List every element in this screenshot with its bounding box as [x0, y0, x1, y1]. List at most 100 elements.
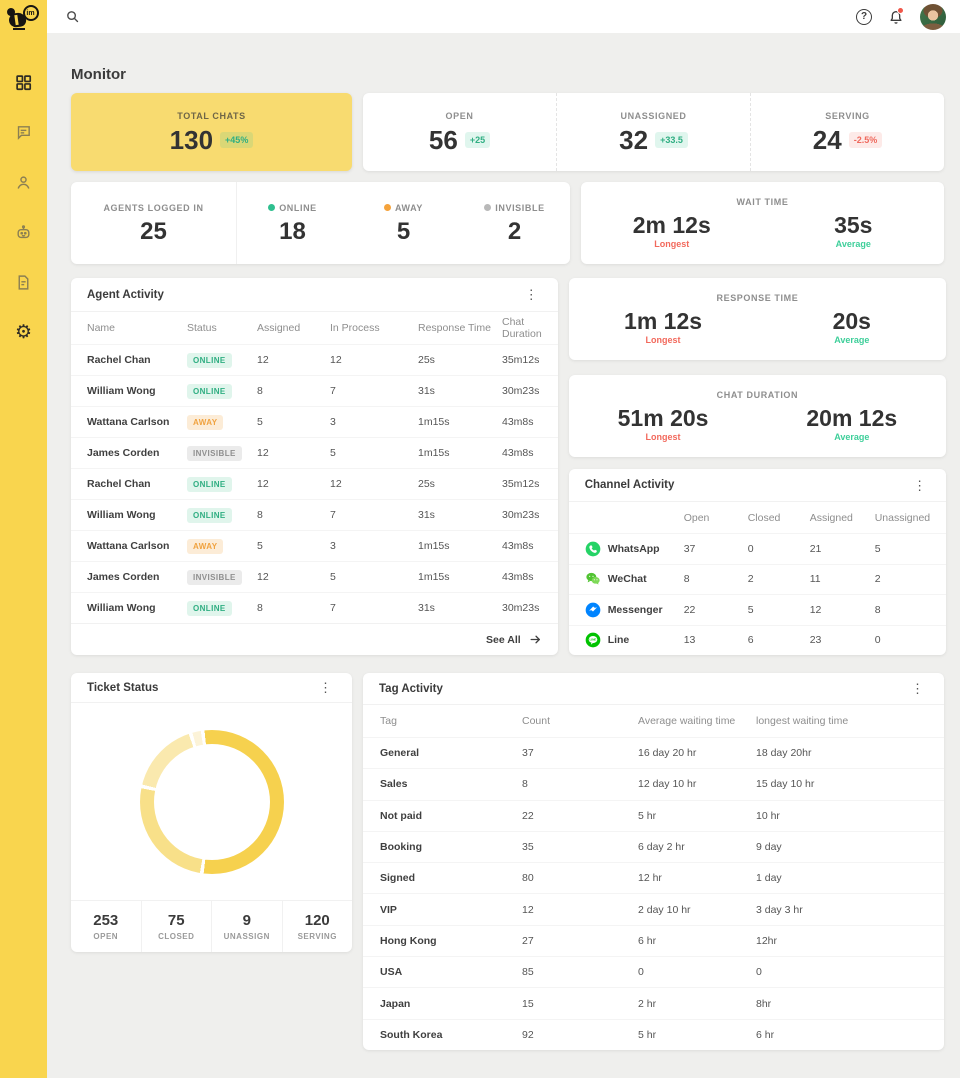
agent-name: Wattana Carlson	[87, 540, 170, 552]
total-chats-card[interactable]: TOTAL CHATS 130 +45%	[71, 93, 352, 171]
agent-chat-duration: 30m23s	[502, 602, 540, 614]
tag-longest-waiting: 1 day	[756, 872, 782, 885]
tag-activity-menu-button[interactable]: ⋮	[907, 680, 928, 697]
agent-table-row: William Wong ONLINE 8 7 31s 30m23s	[71, 592, 558, 623]
serving-label: SERVING	[825, 111, 870, 121]
agent-name: Rachel Chan	[87, 478, 151, 490]
agent-response-time: 1m15s	[418, 416, 450, 428]
see-all-button[interactable]: See All	[486, 633, 542, 646]
tag-table-header: Tag Count Average waiting time longest w…	[380, 715, 849, 727]
tag-average-waiting: 5 hr	[638, 809, 657, 822]
see-all-label: See All	[486, 633, 521, 646]
tag-table-row: South Korea 92 5 hr 6 hr	[363, 1018, 944, 1050]
tag-table-row: Not paid 22 5 hr 10 hr	[363, 799, 944, 831]
agent-table-row: William Wong ONLINE 8 7 31s 30m23s	[71, 499, 558, 530]
channel-name: WhatsApp	[607, 542, 660, 555]
sidebar-item-chats[interactable]	[14, 122, 34, 142]
tag-count: 22	[522, 809, 534, 822]
unassigned-value: 32	[619, 125, 649, 155]
channel-activity-card: Channel Activity ⋮ Open Closed Assigned …	[568, 469, 947, 655]
tag-count: 37	[522, 747, 534, 760]
agent-name: William Wong	[87, 509, 156, 521]
agent-assigned: 12	[257, 447, 269, 459]
tag-table-row: General 37 16 day 20 hr 18 day 20hr	[363, 737, 944, 768]
donut-hole	[153, 743, 270, 860]
ticket-status-card: Ticket Status ⋮ 253 OPEN 75 CLOSED 9 UNA…	[71, 673, 352, 952]
agent-in-process: 7	[330, 385, 336, 397]
bot-icon	[17, 224, 30, 238]
channel-name: WeChat	[607, 573, 647, 586]
search-button[interactable]	[63, 8, 81, 26]
sidebar-item-dashboard[interactable]	[14, 72, 34, 92]
imbee-logo[interactable]: im	[5, 4, 41, 32]
tag-name: South Korea	[380, 1028, 443, 1041]
tag-average-waiting: 12 day 10 hr	[638, 778, 697, 791]
chat-duration-title: CHAT DURATION	[716, 389, 799, 400]
agent-table-body: Rachel Chan ONLINE 12 12 25s 35m12s Will…	[71, 344, 558, 623]
tag-activity-title: Tag Activity	[379, 682, 443, 695]
chat-stats-card: OPEN 56 +25 UNASSIGNED 32 +33.5 SERVING	[363, 93, 944, 171]
serving-value: 24	[812, 125, 842, 155]
tag-name: Signed	[380, 872, 416, 885]
dashboard-grid-icon	[16, 74, 32, 90]
tag-average-waiting: 2 hr	[638, 997, 657, 1010]
gear-icon: ⚙	[14, 321, 33, 343]
agents-logged-in-value: 25	[140, 217, 167, 245]
page-title: Monitor	[71, 66, 126, 83]
tag-count: 27	[522, 934, 534, 947]
chat-duration-card: CHAT DURATION 51m 20s Longest 20m 12s Av…	[568, 375, 947, 457]
agents-online: ONLINE 18	[237, 182, 348, 264]
agent-response-time: 25s	[418, 478, 435, 490]
svg-text:LINE: LINE	[589, 638, 596, 642]
tag-name: Sales	[380, 778, 408, 791]
ticket-stat-closed: 75 CLOSED	[140, 901, 212, 952]
main-content: Monitor TOTAL CHATS 130 +45% OPEN 56 +25	[47, 33, 960, 1078]
sidebar-item-bot[interactable]	[14, 222, 34, 242]
person-icon	[17, 175, 30, 189]
agent-table-row: James Corden INVISIBLE 12 5 1m15s 43m8s	[71, 437, 558, 468]
channel-table-header: Open Closed Assigned Unassigned	[683, 511, 931, 524]
agent-assigned: 12	[257, 478, 269, 490]
tag-name: USA	[380, 966, 403, 979]
tag-table-row: Hong Kong 27 6 hr 12hr	[363, 924, 944, 956]
ticket-stats: 253 OPEN 75 CLOSED 9 UNASSIGN 120 SERVIN…	[71, 900, 352, 952]
invisible-status-dot	[484, 203, 492, 211]
sidebar-item-contacts[interactable]	[14, 172, 34, 192]
agent-in-process: 7	[330, 509, 336, 521]
notifications-button[interactable]	[887, 6, 905, 26]
agent-name: James Corden	[87, 571, 160, 583]
help-button[interactable]: ?	[856, 8, 872, 25]
agent-table-row: Rachel Chan ONLINE 12 12 25s 35m12s	[71, 468, 558, 499]
agent-status-badge: AWAY	[187, 414, 224, 430]
user-avatar[interactable]	[920, 3, 946, 30]
invisible-label: INVISIBLE	[495, 202, 545, 213]
unassigned-stat: UNASSIGNED 32 +33.5	[556, 93, 750, 171]
tag-name: Not paid	[380, 809, 422, 822]
channel-activity-menu-button[interactable]: ⋮	[909, 477, 930, 494]
tag-name: VIP	[380, 903, 397, 916]
agent-chat-duration: 43m8s	[502, 416, 534, 428]
open-stat: OPEN 56 +25	[363, 93, 556, 171]
tag-longest-waiting: 10 hr	[756, 809, 780, 822]
ticket-status-menu-button[interactable]: ⋮	[315, 679, 336, 696]
response-time-longest-label: Longest	[645, 335, 681, 346]
tag-average-waiting: 6 hr	[638, 934, 657, 947]
agent-activity-menu-button[interactable]: ⋮	[521, 286, 542, 303]
chat-duration-average-value: 20m 12s	[806, 404, 898, 431]
tag-table-row: Japan 15 2 hr 8hr	[363, 987, 944, 1018]
agent-status-badge: ONLINE	[187, 600, 232, 616]
online-value: 18	[279, 217, 306, 245]
sidebar-item-documents[interactable]	[14, 272, 34, 292]
agent-chat-duration: 35m12s	[502, 478, 540, 490]
chat-duration-average-label: Average	[834, 432, 870, 443]
agents-away: AWAY 5	[348, 182, 459, 264]
monitor-dashboard: im ⚙ ? Monitor TOTAL CHATS 130 +45% OPEN…	[0, 0, 960, 1078]
agent-response-time: 31s	[418, 509, 435, 521]
agent-assigned: 8	[257, 602, 263, 614]
away-value: 5	[396, 217, 411, 245]
tag-count: 80	[522, 872, 534, 885]
sidebar-item-settings[interactable]: ⚙	[14, 322, 34, 342]
agent-status-badge: ONLINE	[187, 383, 232, 399]
chat-bubble-icon	[17, 125, 30, 140]
agent-response-time: 1m15s	[418, 540, 450, 552]
